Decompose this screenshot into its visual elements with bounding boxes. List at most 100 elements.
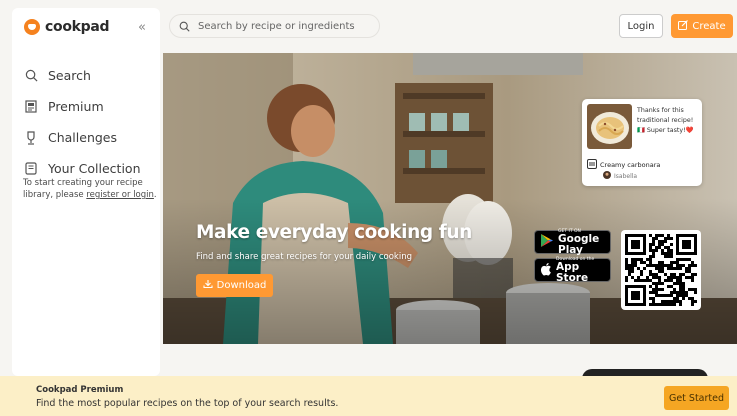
qr-module [634, 258, 637, 261]
card-recipe-name: Creamy carbonara [600, 161, 661, 169]
qr-module [655, 264, 658, 267]
qr-module [694, 288, 697, 291]
qr-module [694, 273, 697, 276]
premium-icon [24, 100, 38, 114]
qr-module [664, 255, 667, 258]
collapse-sidebar-button[interactable]: « [138, 20, 146, 35]
qr-module [643, 267, 646, 270]
qr-module [631, 270, 634, 273]
qr-module [679, 276, 682, 279]
qr-module [625, 267, 628, 270]
qr-module [658, 264, 661, 267]
google-play-text: GET IT ON Google Play [558, 229, 610, 256]
qr-module [664, 300, 667, 303]
get-started-button[interactable]: Get Started [664, 386, 729, 410]
create-button[interactable]: Create [671, 14, 733, 38]
sidebar-item-premium[interactable]: Premium [24, 91, 152, 122]
qr-module [652, 291, 655, 294]
qr-module [658, 261, 661, 264]
collection-icon [24, 162, 38, 176]
qr-module [661, 282, 664, 285]
qr-module [670, 252, 673, 255]
qr-module [670, 255, 673, 258]
app-store-badge[interactable]: Download on the App Store [534, 257, 611, 283]
qr-module [676, 291, 679, 294]
qr-module [649, 264, 652, 267]
download-button[interactable]: Download [196, 274, 273, 297]
qr-module [661, 261, 664, 264]
qr-module [676, 267, 679, 270]
search-bar[interactable] [169, 14, 380, 38]
qr-module [673, 297, 676, 300]
qr-module [685, 294, 688, 297]
premium-banner: Cookpad Premium Find the most popular re… [0, 376, 737, 416]
qr-module [649, 258, 652, 261]
recipe-book-icon [587, 159, 597, 171]
download-button-label: Download [216, 280, 267, 291]
qr-module [631, 258, 634, 261]
download-icon [203, 279, 213, 292]
qr-module [652, 240, 655, 243]
qr-module [673, 276, 676, 279]
qr-module [679, 267, 682, 270]
qr-module [649, 234, 652, 237]
qr-module [646, 264, 649, 267]
qr-module [652, 273, 655, 276]
search-input[interactable] [198, 20, 368, 32]
qr-module [685, 267, 688, 270]
qr-module [661, 240, 664, 243]
qr-module [625, 276, 628, 279]
qr-module [652, 255, 655, 258]
qr-module [691, 261, 694, 264]
qr-module [685, 258, 688, 261]
qr-module [649, 285, 652, 288]
qr-module [640, 279, 643, 282]
qr-module [679, 273, 682, 276]
qr-module [658, 288, 661, 291]
search-icon [24, 69, 38, 83]
edit-icon [678, 19, 689, 33]
qr-module [652, 303, 655, 306]
qr-module [658, 246, 661, 249]
login-button[interactable]: Login [619, 14, 663, 38]
qr-module [688, 276, 691, 279]
qr-module [625, 258, 628, 261]
qr-module [658, 240, 661, 243]
qr-module [673, 303, 676, 306]
qr-module [676, 300, 679, 303]
qr-module [655, 249, 658, 252]
cookpad-logo[interactable]: cookpad [24, 19, 110, 35]
qr-module [625, 261, 628, 264]
qr-module [634, 261, 637, 264]
chevrons-left-icon: « [138, 20, 146, 35]
qr-module [637, 276, 640, 279]
sidebar-item-challenges[interactable]: Challenges [24, 122, 152, 153]
sidebar-item-search[interactable]: Search [24, 60, 152, 91]
qr-module [673, 300, 676, 303]
qr-module [685, 270, 688, 273]
register-or-login-link[interactable]: register or login [86, 190, 154, 200]
sidebar-item-label: Search [48, 68, 91, 83]
qr-module [664, 303, 667, 306]
qr-module [682, 285, 685, 288]
qr-module [682, 297, 685, 300]
google-play-icon [540, 233, 554, 252]
qr-module [667, 252, 670, 255]
qr-module [655, 294, 658, 297]
google-play-badge[interactable]: GET IT ON Google Play [534, 229, 611, 256]
qr-module [664, 237, 667, 240]
qr-module [634, 264, 637, 267]
sidebar-item-label: Your Collection [48, 161, 141, 176]
qr-module [631, 264, 634, 267]
qr-module [655, 285, 658, 288]
qr-module [643, 261, 646, 264]
qr-module [676, 261, 679, 264]
qr-module [658, 303, 661, 306]
qr-module [691, 300, 694, 303]
qr-module [676, 297, 679, 300]
qr-module [667, 294, 670, 297]
qr-module [664, 264, 667, 267]
qr-module [682, 294, 685, 297]
recipe-comment-card[interactable]: Thanks for this traditional recipe! 🇮🇹 S… [582, 99, 702, 186]
premium-banner-text: Find the most popular recipes on the top… [36, 398, 339, 409]
